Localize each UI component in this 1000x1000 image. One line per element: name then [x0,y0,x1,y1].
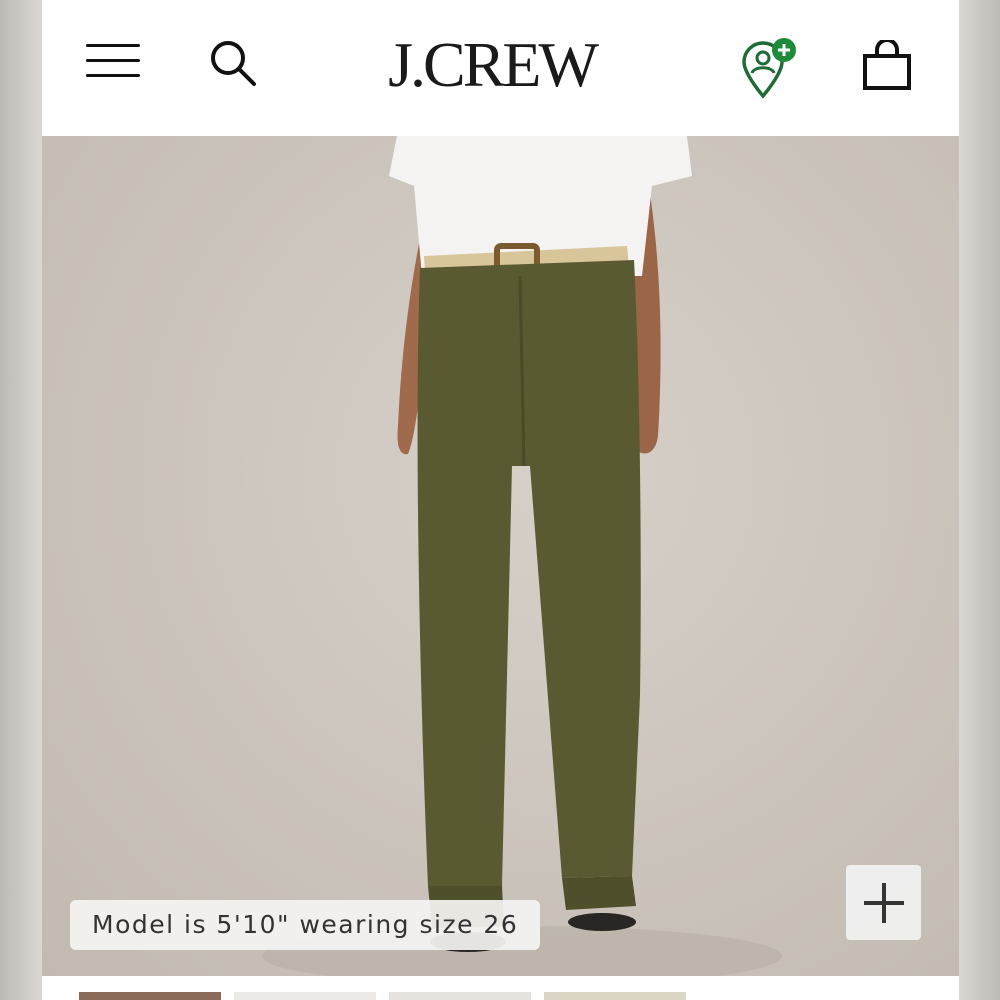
model-size-caption: Model is 5'10" wearing size 26 [70,900,541,950]
product-page: J.CREW Model is 5'10" wearing size 26 [42,0,959,1000]
search-icon[interactable] [208,38,260,90]
thumbnail-2[interactable] [234,992,376,1000]
product-photo-illustration [262,136,782,976]
product-image[interactable]: Model is 5'10" wearing size 26 [42,136,959,976]
site-header: J.CREW [42,0,959,136]
zoom-plus-icon[interactable] [846,865,921,940]
account-location-icon[interactable] [738,36,804,100]
brand-logo[interactable]: J.CREW [362,30,622,100]
thumbnail-3[interactable] [389,992,531,1000]
thumbnail-4[interactable] [544,992,686,1000]
thumbnail-1[interactable] [79,992,221,1000]
shopping-bag-icon[interactable] [862,38,914,92]
menu-icon[interactable] [86,44,140,78]
thumbnail-strip [42,976,959,1000]
